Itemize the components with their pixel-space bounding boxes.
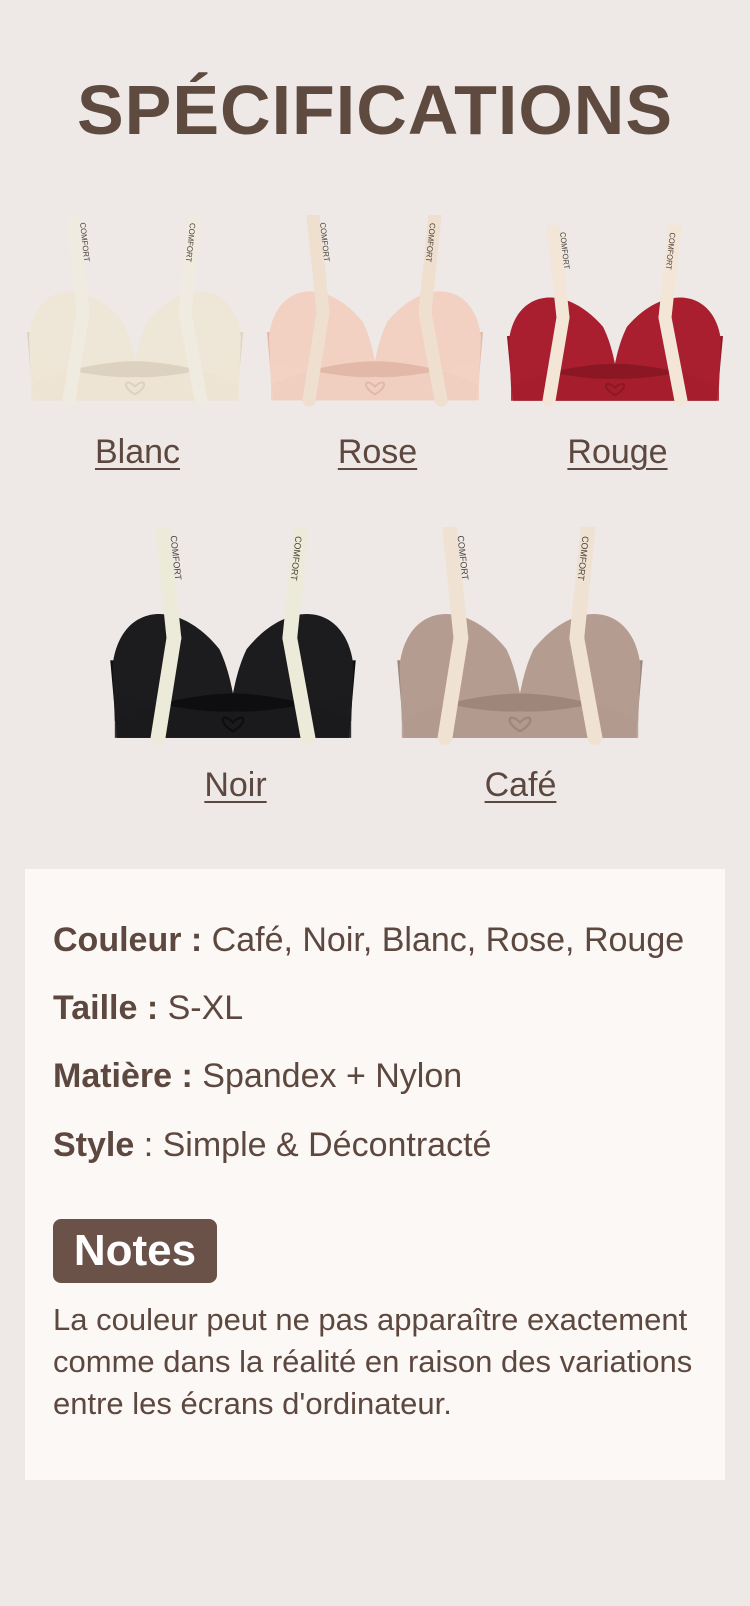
spec-material: Matière : Spandex + Nylon: [53, 1057, 462, 1096]
spec-style-value: Simple & Décontracté: [162, 1126, 492, 1164]
spec-color-label: Couleur :: [53, 921, 203, 959]
product-image-cafe: COMFORT COMFORT: [395, 527, 645, 749]
product-image-rose: COMFORT COMFORT: [265, 215, 485, 410]
spec-style-separator: :: [134, 1126, 163, 1164]
page-title: SPÉCIFICATIONS: [76, 71, 674, 149]
product-image-noir: COMFORT COMFORT: [108, 527, 358, 749]
bra-illustration: COMFORT COMFORT: [397, 527, 643, 746]
spec-size-label: Taille :: [53, 989, 159, 1027]
spec-size: Taille : S-XL: [53, 989, 243, 1028]
spec-color: Couleur : Café, Noir, Blanc, Rose, Rouge: [53, 921, 684, 960]
spec-size-value: S-XL: [167, 989, 244, 1027]
specifications-panel: Couleur : Café, Noir, Blanc, Rose, Rouge…: [25, 869, 725, 1480]
color-label-rouge[interactable]: Rouge: [535, 433, 700, 472]
color-label-blanc[interactable]: Blanc: [55, 433, 220, 472]
product-image-blanc: COMFORT COMFORT: [25, 215, 245, 410]
color-label-rose[interactable]: Rose: [295, 433, 460, 472]
bra-illustration: COMFORT COMFORT: [507, 225, 723, 407]
bra-illustration: COMFORT COMFORT: [267, 215, 483, 407]
bra-illustration: COMFORT COMFORT: [110, 527, 356, 746]
spec-material-label: Matière :: [53, 1057, 193, 1095]
spec-material-value: Spandex + Nylon: [202, 1057, 463, 1095]
notes-badge: Notes: [53, 1219, 217, 1283]
bra-illustration: COMFORT COMFORT: [27, 215, 243, 407]
spec-style-label: Style: [53, 1126, 135, 1164]
product-image-rouge: COMFORT COMFORT: [505, 225, 725, 410]
color-label-noir[interactable]: Noir: [153, 766, 318, 805]
spec-color-value: Café, Noir, Blanc, Rose, Rouge: [211, 921, 685, 959]
spec-style: Style : Simple & Décontracté: [53, 1126, 491, 1165]
notes-text: La couleur peut ne pas apparaître exacte…: [53, 1302, 693, 1421]
color-label-cafe[interactable]: Café: [438, 766, 603, 805]
